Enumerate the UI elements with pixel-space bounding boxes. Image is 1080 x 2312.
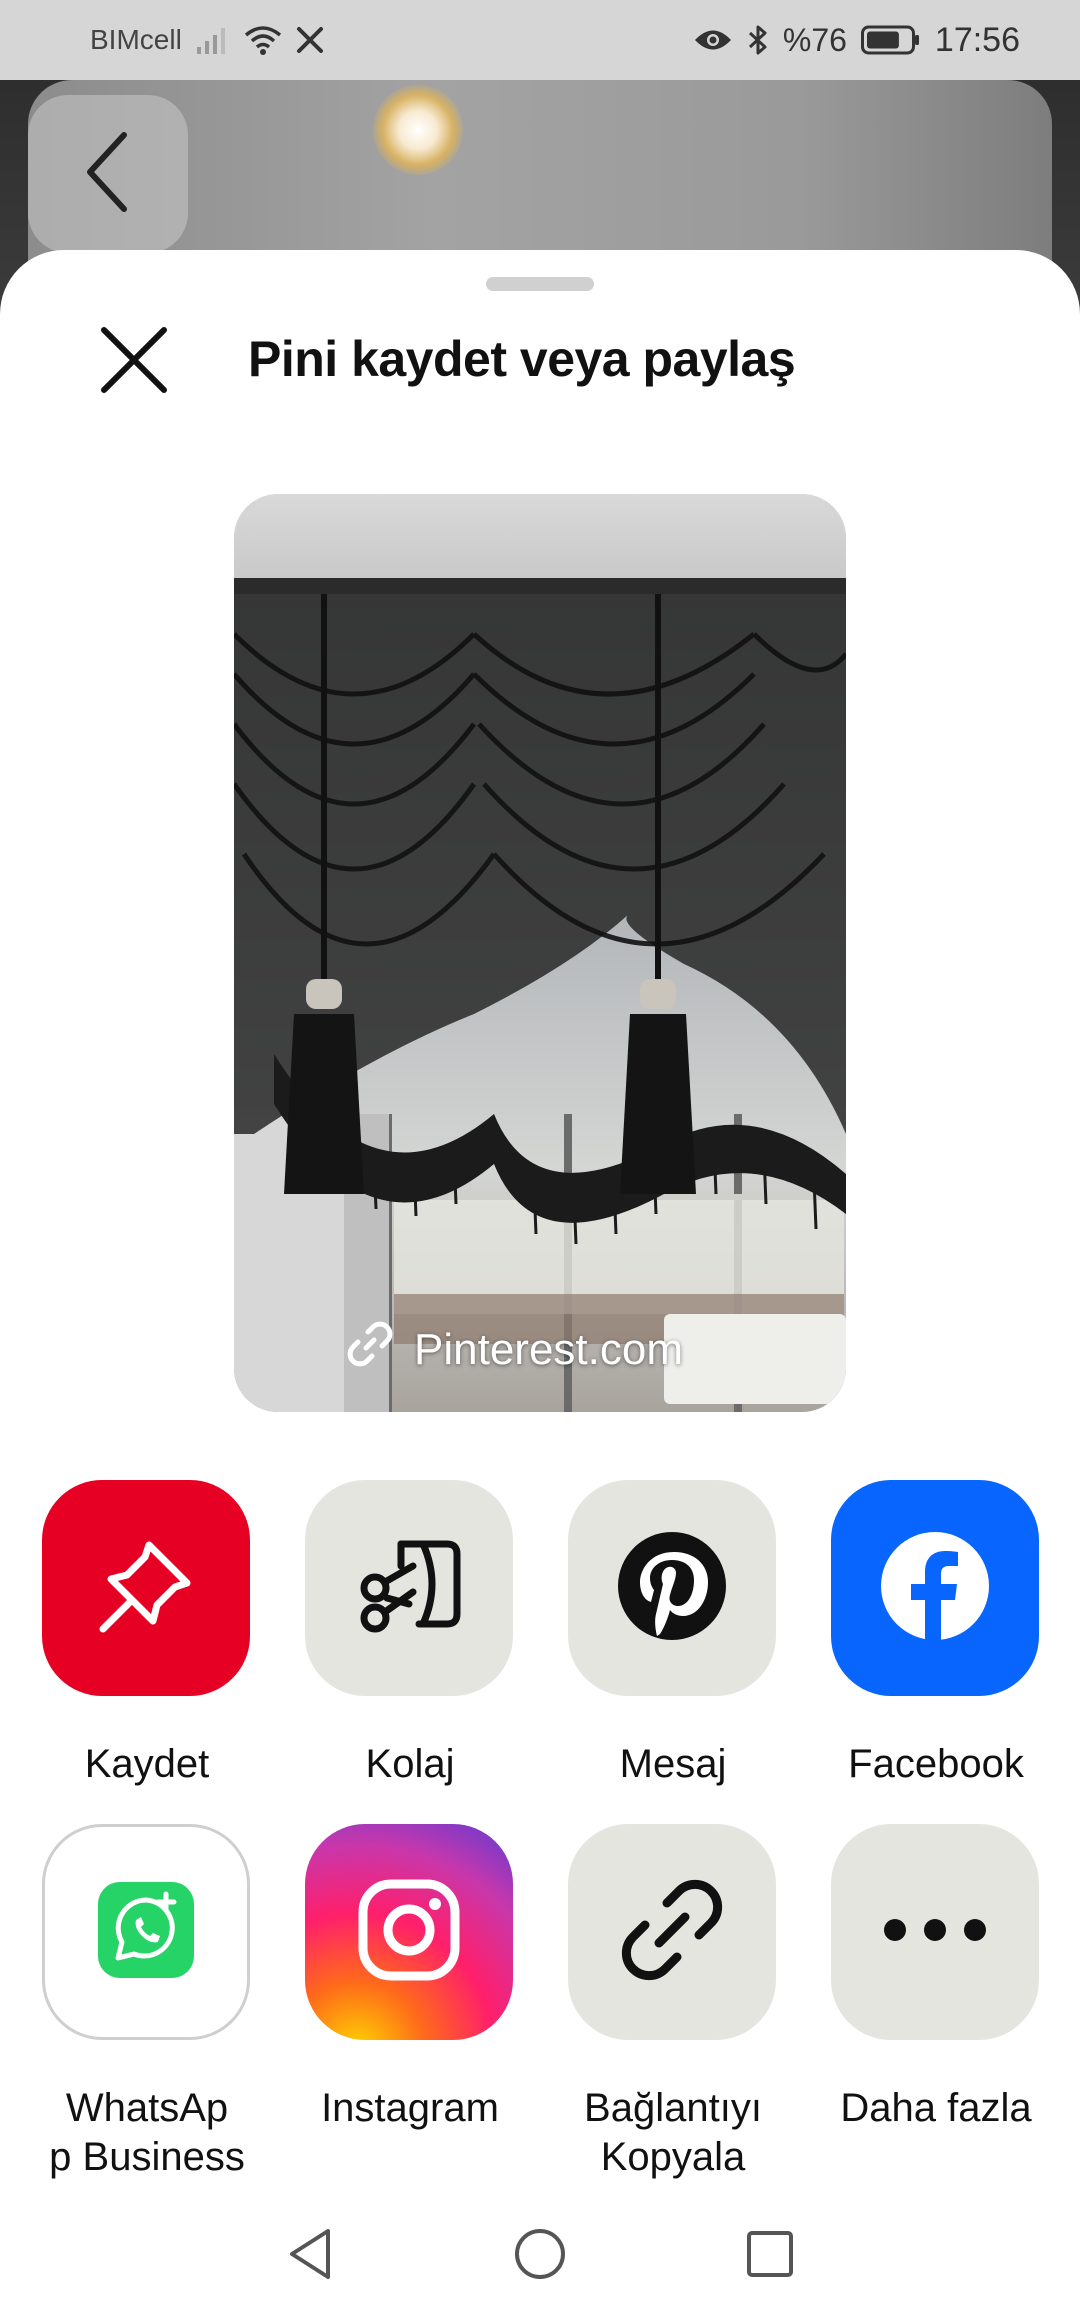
share-tile-mesaj[interactable] <box>568 1480 776 1696</box>
recents-square-icon <box>745 2229 795 2284</box>
chevron-left-icon <box>78 127 138 222</box>
clock: 17:56 <box>934 20 1020 59</box>
drag-handle[interactable] <box>486 277 594 291</box>
share-label-more: Daha fazla <box>840 2086 1032 2130</box>
share-label-facebook: Facebook <box>848 1742 1024 1786</box>
pushpin-icon <box>91 1531 201 1646</box>
pin-source-link[interactable]: Pinterest.com <box>346 1320 683 1379</box>
status-bar: BIMcell %76 17:56 <box>0 0 1080 80</box>
status-right: %76 17:56 <box>693 21 1020 60</box>
pinterest-logo-icon <box>616 1530 728 1647</box>
eye-icon <box>693 27 733 53</box>
share-label-kaydet: Kaydet <box>84 1742 210 1786</box>
x-app-icon <box>296 26 324 54</box>
share-sheet: Pini kaydet veya paylaş Pinterest.com Ka… <box>0 250 1080 2312</box>
share-tile-facebook[interactable] <box>831 1480 1039 1696</box>
home-circle-icon <box>513 2227 567 2286</box>
instagram-icon <box>357 1878 461 1987</box>
share-tile-copy-link[interactable] <box>568 1824 776 2040</box>
close-icon <box>99 325 169 400</box>
pin-image-curtain <box>234 594 846 1412</box>
share-option-whatsapp-business[interactable]: WhatsAp p Business <box>42 1824 252 2182</box>
share-label-whatsapp-business: WhatsAp p Business <box>49 2086 245 2179</box>
share-label-instagram: Instagram <box>321 2086 499 2130</box>
share-option-kaydet[interactable]: Kaydet <box>42 1480 252 1789</box>
share-tile-kaydet[interactable] <box>42 1480 250 1696</box>
pin-preview-image: Pinterest.com <box>234 494 846 1412</box>
back-button[interactable] <box>28 95 188 253</box>
sheet-title: Pini kaydet veya paylaş <box>248 331 796 387</box>
link-icon <box>346 1320 394 1379</box>
share-tile-instagram[interactable] <box>305 1824 513 2040</box>
signal-icon <box>196 25 230 55</box>
carrier-name: BIMcell <box>90 24 182 55</box>
share-label-kolaj: Kolaj <box>365 1742 455 1786</box>
share-option-instagram[interactable]: Instagram <box>305 1824 515 2133</box>
wifi-icon <box>244 24 282 56</box>
nav-recents-button[interactable] <box>740 2226 800 2286</box>
status-left: BIMcell <box>90 24 324 56</box>
link-icon <box>617 1875 727 1990</box>
collage-scissors-icon <box>349 1526 469 1651</box>
back-triangle-icon <box>286 2227 334 2286</box>
share-option-more[interactable]: Daha fazla <box>831 1824 1041 2133</box>
battery-percent: %76 <box>782 21 847 58</box>
nav-home-button[interactable] <box>510 2226 570 2286</box>
share-option-facebook[interactable]: Facebook <box>831 1480 1041 1789</box>
share-tile-kolaj[interactable] <box>305 1480 513 1696</box>
battery-icon <box>860 25 921 55</box>
facebook-icon <box>879 1530 991 1647</box>
pin-source-text: Pinterest.com <box>414 1324 683 1374</box>
system-nav-bar <box>0 2200 1080 2312</box>
share-tile-whatsapp-business[interactable] <box>42 1824 250 2040</box>
share-option-kolaj[interactable]: Kolaj <box>305 1480 515 1789</box>
close-button[interactable] <box>94 322 174 402</box>
share-option-mesaj[interactable]: Mesaj <box>568 1480 778 1789</box>
bluetooth-icon <box>747 24 769 56</box>
share-option-copy-link[interactable]: Bağlantıyı Kopyala <box>568 1824 778 2182</box>
nav-back-button[interactable] <box>280 2226 340 2286</box>
share-tile-more[interactable] <box>831 1824 1039 2040</box>
whatsapp-business-icon <box>96 1880 196 1985</box>
share-label-copy-link: Bağlantıyı Kopyala <box>584 2086 762 2179</box>
ceiling-lamp-image <box>373 85 463 175</box>
share-label-mesaj: Mesaj <box>619 1742 727 1786</box>
more-dots-icon <box>880 1915 990 1950</box>
